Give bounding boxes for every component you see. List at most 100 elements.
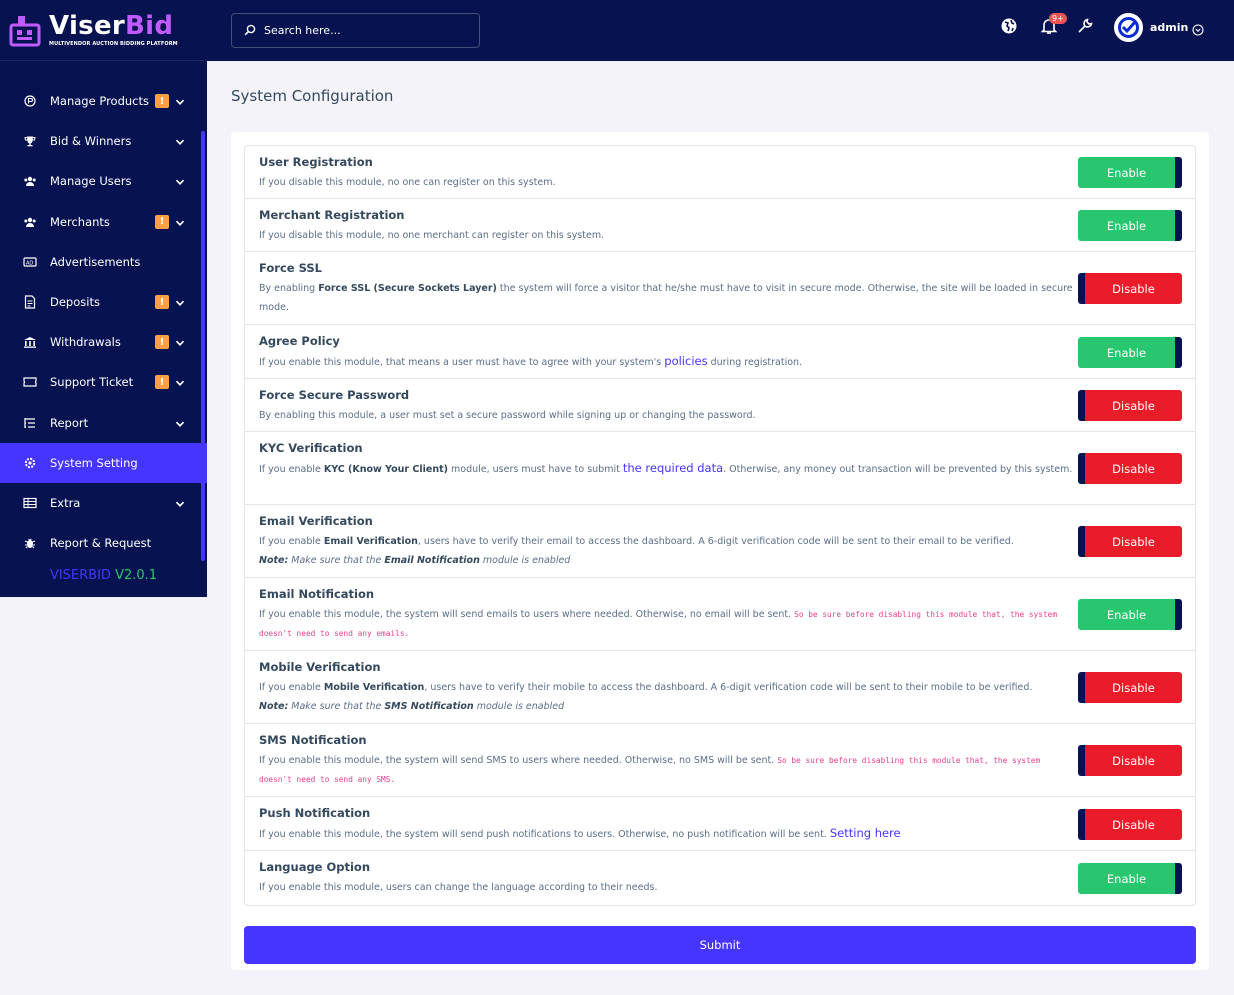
- sidebar-item-label: Extra: [50, 495, 81, 510]
- brand-name-part2: Bid: [125, 11, 174, 41]
- sidebar-item-merchants[interactable]: Merchants!: [0, 202, 207, 242]
- sidebar-item-label: Manage Users: [50, 174, 132, 189]
- module-row-sms-notification: SMS Notification If you enable this modul…: [245, 724, 1195, 797]
- notification-count-badge: 9+: [1049, 13, 1067, 24]
- sidebar-item-report-and-request[interactable]: Report & Request: [0, 523, 207, 563]
- module-row-force-secure-password: Force Secure Password By enabling this mo…: [245, 379, 1195, 432]
- module-title: SMS Notification: [259, 733, 367, 747]
- search-input[interactable]: [264, 24, 464, 37]
- module-link[interactable]: Setting here: [830, 826, 901, 840]
- chevron-down-icon: [175, 377, 185, 387]
- sidebar-item-system-setting[interactable]: System Setting: [0, 442, 207, 483]
- module-row-force-ssl: Force SSL By enabling Force SSL (Secure S…: [245, 252, 1195, 325]
- module-toggle-agree-policy[interactable]: Enable: [1078, 337, 1182, 368]
- users-icon: [23, 174, 37, 188]
- module-title: Push Notification: [259, 806, 371, 820]
- gear-icon: [23, 456, 37, 470]
- module-description: If you enable this module, users can cha…: [259, 882, 658, 893]
- module-description: By enabling this module, a user must set…: [259, 410, 756, 421]
- alert-badge: !: [155, 335, 169, 350]
- sidebar-item-deposits[interactable]: Deposits!: [0, 282, 207, 322]
- module-title: Merchant Registration: [259, 208, 405, 222]
- chevron-down-icon: [175, 217, 185, 227]
- module-row-email-verification: Email Verification If you enable Email Ve…: [245, 505, 1195, 578]
- sidebar-item-support-ticket[interactable]: Support Ticket!: [0, 362, 207, 402]
- avatar[interactable]: [1114, 13, 1143, 42]
- module-toggle-sms-notification[interactable]: Disable: [1078, 745, 1182, 776]
- sidebar-menu: Manage Products! Bid & Winners Manage User…: [0, 81, 207, 563]
- module-row-push-notification: Push Notification If you enable this modu…: [245, 797, 1195, 851]
- module-title: Force Secure Password: [259, 388, 410, 402]
- module-toggle-email-notification[interactable]: Enable: [1078, 599, 1182, 630]
- sidebar: ViserBid MULTIVENDOR AUCTION BIDDING PLA…: [0, 0, 207, 597]
- module-title: User Registration: [259, 155, 373, 169]
- sidebar-item-bid-and-winners[interactable]: Bid & Winners: [0, 121, 207, 161]
- chevron-down-icon: [175, 136, 185, 146]
- chevron-down-icon: [175, 96, 185, 106]
- bug-icon: [23, 536, 37, 550]
- product-icon: [23, 94, 37, 108]
- module-description: If you enable this module, the system wi…: [259, 609, 1058, 638]
- alert-badge: !: [155, 214, 169, 229]
- topbar: 9+ admin: [207, 0, 1234, 61]
- version-number: V2.0.1: [115, 568, 158, 583]
- sidebar-item-label: Deposits: [50, 295, 100, 310]
- bell-icon[interactable]: 9+: [1039, 13, 1067, 36]
- ticket-icon: [23, 375, 37, 389]
- module-title: Force SSL: [259, 261, 322, 275]
- alert-badge: !: [155, 94, 169, 109]
- bank-icon: [23, 335, 37, 349]
- module-description: If you enable this module, that means a …: [259, 354, 803, 368]
- module-toggle-force-ssl[interactable]: Disable: [1078, 273, 1182, 304]
- sidebar-item-withdrawals[interactable]: Withdrawals!: [0, 322, 207, 362]
- sidebar-item-label: Manage Products: [50, 94, 149, 109]
- module-description: If you enable this module, the system wi…: [259, 826, 901, 840]
- sidebar-scrollbar[interactable]: [201, 131, 205, 561]
- module-title: Language Option: [259, 860, 371, 874]
- deposit-icon: [23, 295, 37, 309]
- module-toggle-merchant-registration[interactable]: Enable: [1078, 210, 1182, 241]
- module-link[interactable]: the required data: [623, 461, 723, 475]
- sidebar-item-extra[interactable]: Extra: [0, 483, 207, 523]
- sidebar-item-label: Advertisements: [50, 254, 141, 269]
- module-row-language-option: Language Option If you enable this module…: [245, 851, 1195, 905]
- module-toggle-mobile-verification[interactable]: Disable: [1078, 672, 1182, 703]
- admin-name[interactable]: admin: [1150, 21, 1188, 34]
- submit-button[interactable]: Submit: [244, 926, 1196, 964]
- logo-icon: [9, 13, 45, 47]
- module-toggle-kyc-verification[interactable]: Disable: [1078, 453, 1182, 484]
- module-title: Agree Policy: [259, 334, 340, 348]
- module-row-merchant-registration: Merchant Registration If you disable this…: [245, 199, 1195, 252]
- module-description: By enabling Force SSL (Secure Sockets La…: [259, 283, 1073, 313]
- module-title: Mobile Verification: [259, 660, 381, 674]
- module-link[interactable]: policies: [664, 354, 707, 368]
- globe-icon[interactable]: [999, 16, 1019, 36]
- sidebar-item-manage-products[interactable]: Manage Products!: [0, 81, 207, 121]
- module-description: If you enable Email Verification, users …: [259, 536, 1014, 566]
- module-toggle-user-registration[interactable]: Enable: [1078, 157, 1182, 188]
- module-title: KYC Verification: [259, 441, 363, 455]
- sidebar-item-label: Merchants: [50, 214, 110, 229]
- module-row-user-registration: User Registration If you disable this mod…: [245, 146, 1195, 199]
- chevron-down-icon: [175, 498, 185, 508]
- module-row-email-notification: Email Notification If you enable this mod…: [245, 578, 1195, 651]
- module-toggle-email-verification[interactable]: Disable: [1078, 526, 1182, 557]
- sidebar-item-manage-users[interactable]: Manage Users: [0, 161, 207, 201]
- sidebar-item-advertisements[interactable]: AD Advertisements: [0, 242, 207, 282]
- sidebar-item-report[interactable]: Report: [0, 403, 207, 443]
- chevron-down-icon: [175, 176, 185, 186]
- search-box[interactable]: [231, 13, 480, 48]
- chevron-down-icon: [175, 297, 185, 307]
- module-toggle-force-secure-password[interactable]: Disable: [1078, 390, 1182, 421]
- module-toggle-language-option[interactable]: Enable: [1078, 863, 1182, 894]
- chevron-down-icon[interactable]: [1192, 21, 1204, 36]
- svg-text:AD: AD: [26, 260, 33, 266]
- module-toggle-push-notification[interactable]: Disable: [1078, 809, 1182, 840]
- trophy-icon: [23, 134, 37, 148]
- module-title: Email Verification: [259, 514, 373, 528]
- brand-name-part1: Viser: [49, 11, 126, 41]
- wrench-icon[interactable]: [1075, 16, 1095, 36]
- version-name: VISERBID: [49, 568, 111, 583]
- brand-tagline: MULTIVENDOR AUCTION BIDDING PLATFORM: [49, 41, 178, 47]
- brand-logo[interactable]: ViserBid MULTIVENDOR AUCTION BIDDING PLA…: [0, 0, 207, 61]
